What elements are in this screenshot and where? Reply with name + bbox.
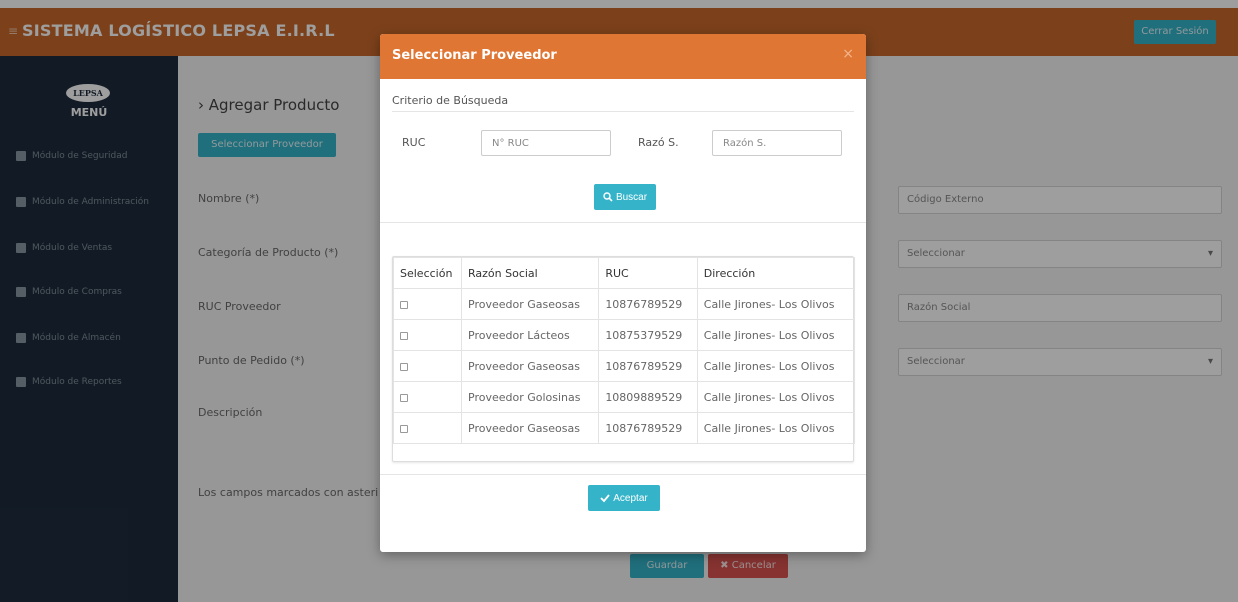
table-header-row: Selección Razón Social RUC Dirección <box>393 257 856 289</box>
cell-direccion: Calle Jirones- Los Olivos <box>696 350 856 382</box>
modal-title: Seleccionar Proveedor <box>392 48 557 63</box>
modal-header: Seleccionar Proveedor × <box>380 34 866 79</box>
cell-ruc: 10876789529 <box>598 412 698 444</box>
ruc-input[interactable] <box>481 130 611 156</box>
table-row: Proveedor Golosinas 10809889529 Calle Ji… <box>393 381 856 413</box>
search-button-label: Buscar <box>615 191 648 203</box>
cell-ruc: 10809889529 <box>598 381 698 413</box>
razon-social-input[interactable] <box>712 130 842 156</box>
row-checkbox[interactable] <box>400 300 408 309</box>
cell-razon-social: Proveedor Gaseosas <box>460 288 600 320</box>
divider <box>380 222 866 223</box>
table-row: Proveedor Gaseosas 10876789529 Calle Jir… <box>393 288 856 320</box>
table-row: Proveedor Gaseosas 10876789529 Calle Jir… <box>393 412 856 444</box>
check-icon <box>600 494 610 503</box>
cell-direccion: Calle Jirones- Los Olivos <box>696 412 856 444</box>
cell-ruc: 10876789529 <box>598 350 698 382</box>
column-header-razon-social: Razón Social <box>460 257 600 289</box>
cell-razon-social: Proveedor Lácteos <box>460 319 600 351</box>
table-row: Proveedor Lácteos 10875379529 Calle Jiro… <box>393 319 856 351</box>
row-checkbox[interactable] <box>400 393 408 402</box>
table-row: Proveedor Gaseosas 10876789529 Calle Jir… <box>393 350 856 382</box>
divider <box>380 474 866 475</box>
accept-button-label: Aceptar <box>613 492 648 504</box>
search-criteria-label: Criterio de Búsqueda <box>392 94 509 107</box>
provider-table-panel: Selección Razón Social RUC Dirección Pro… <box>392 256 856 462</box>
search-button[interactable]: Buscar <box>594 184 656 210</box>
row-checkbox[interactable] <box>400 424 408 433</box>
search-icon <box>603 192 613 202</box>
cell-direccion: Calle Jirones- Los Olivos <box>696 381 856 413</box>
cell-razon-social: Proveedor Gaseosas <box>460 412 600 444</box>
cell-razon-social: Proveedor Gaseosas <box>460 350 600 382</box>
ruc-label: RUC <box>402 136 426 149</box>
row-checkbox[interactable] <box>400 331 408 340</box>
column-header-seleccion: Selección <box>393 257 462 289</box>
row-checkbox[interactable] <box>400 362 408 371</box>
select-provider-modal: Seleccionar Proveedor × Criterio de Búsq… <box>380 34 866 552</box>
accept-button[interactable]: Aceptar <box>588 485 660 511</box>
close-icon[interactable]: × <box>842 46 854 62</box>
cell-ruc: 10876789529 <box>598 288 698 320</box>
column-header-direccion: Dirección <box>696 257 856 289</box>
cell-direccion: Calle Jirones- Los Olivos <box>696 288 856 320</box>
provider-table: Selección Razón Social RUC Dirección Pro… <box>393 257 856 444</box>
razon-label: Razó S. <box>638 136 679 149</box>
cell-ruc: 10875379529 <box>598 319 698 351</box>
cell-direccion: Calle Jirones- Los Olivos <box>696 319 856 351</box>
column-header-ruc: RUC <box>598 257 698 289</box>
cell-razon-social: Proveedor Golosinas <box>460 381 600 413</box>
divider <box>392 111 854 112</box>
